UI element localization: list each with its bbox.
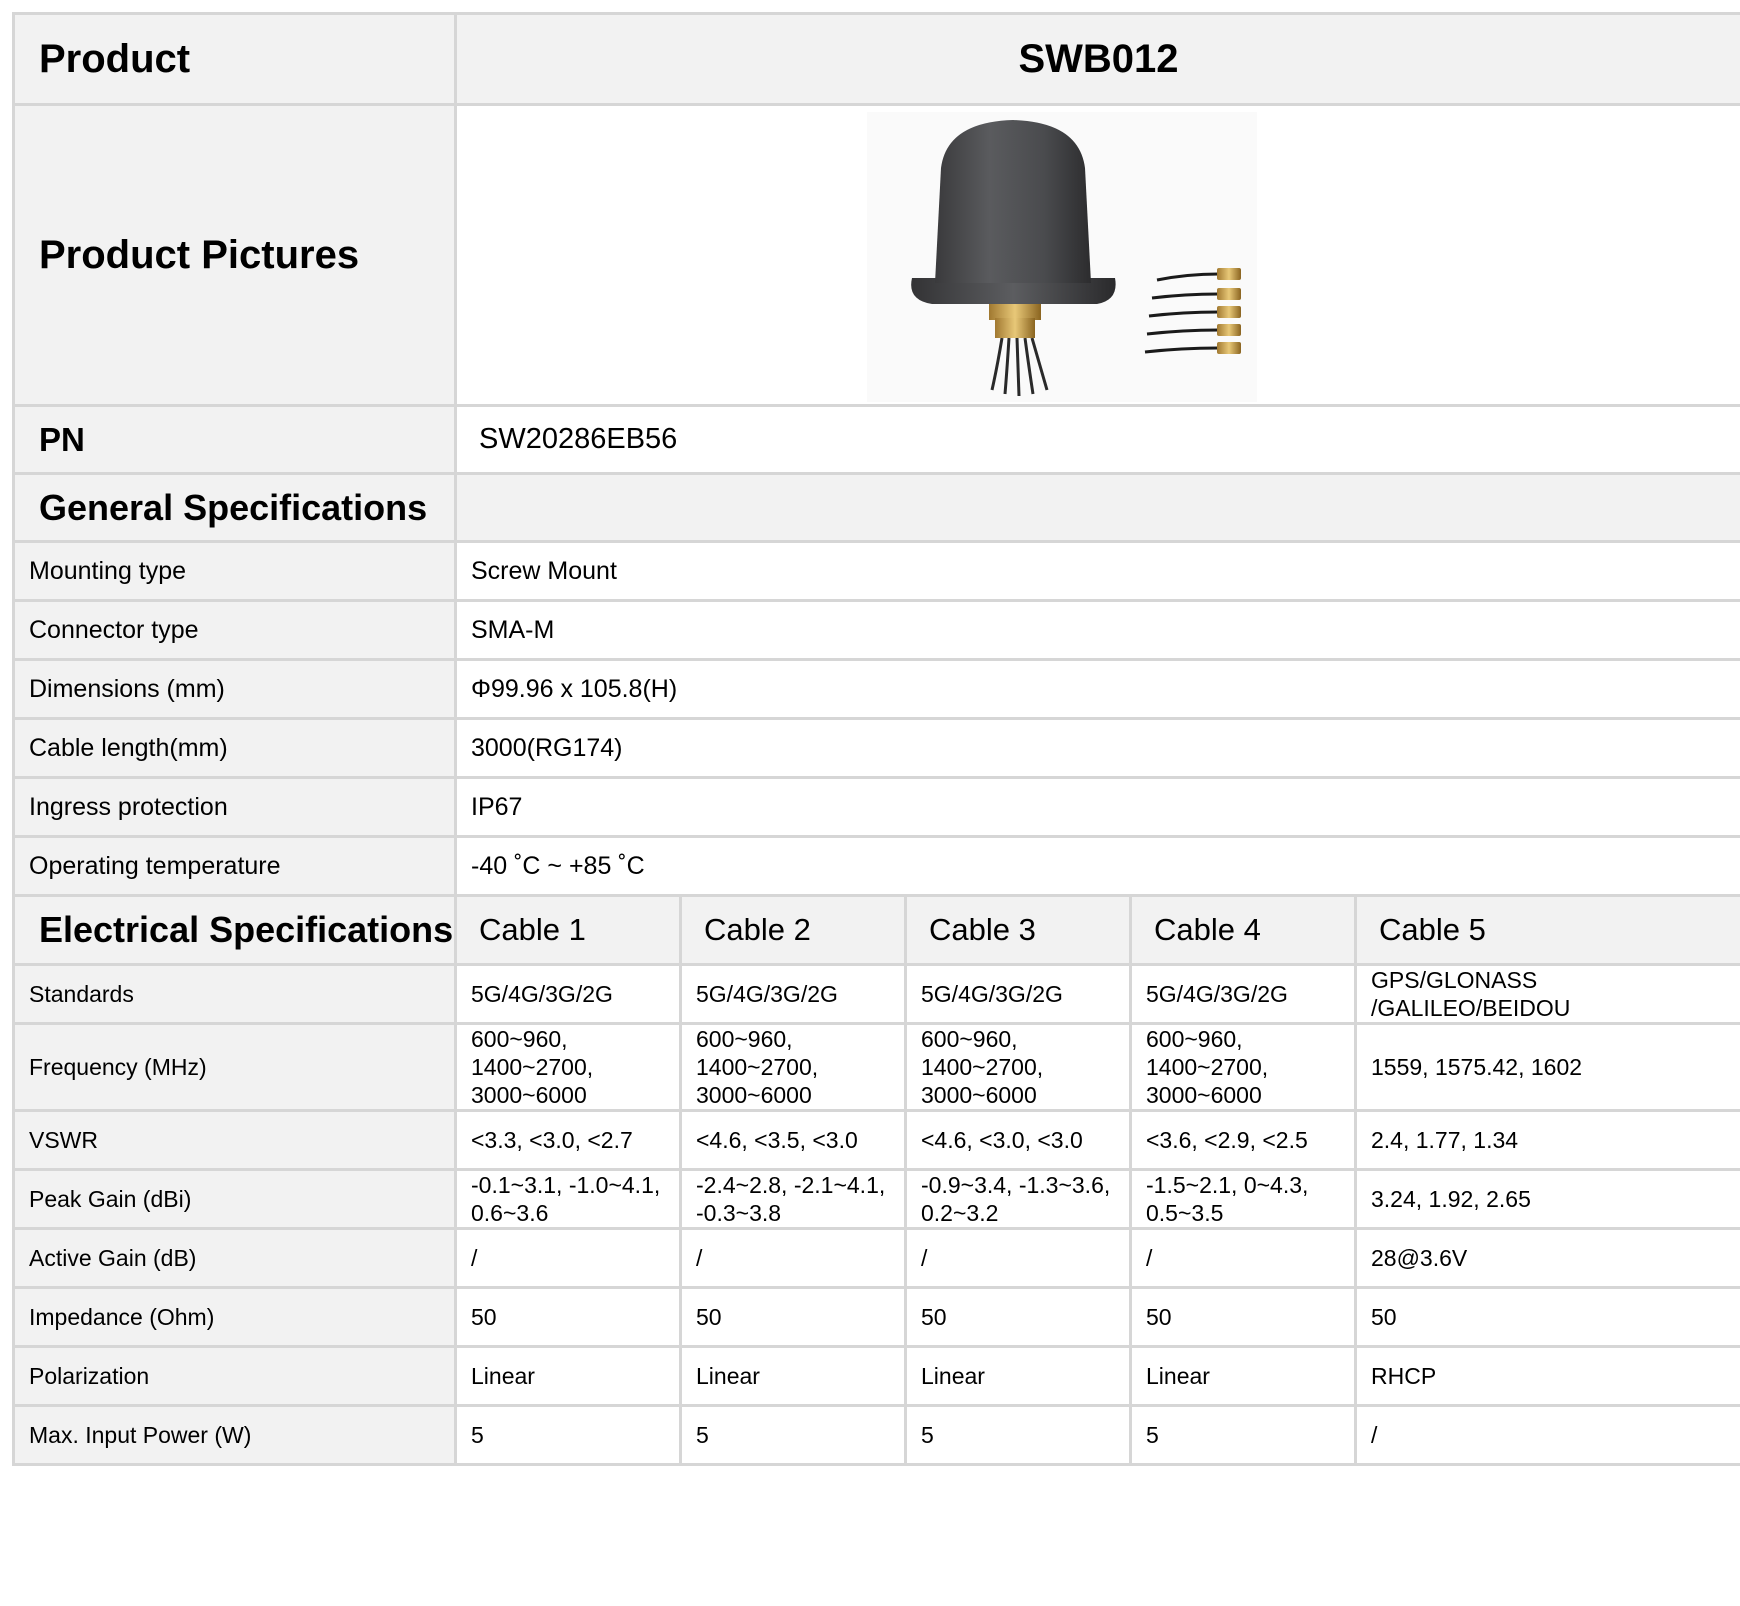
electrical-cell: 50 — [679, 1286, 907, 1348]
general-row: Operating temperature -40 ˚C ~ +85 ˚C — [12, 835, 1740, 897]
electrical-cell: / — [1353, 1404, 1740, 1466]
general-row-label: Cable length(mm) — [12, 717, 457, 779]
electrical-cell: 5G/4G/3G/2G — [904, 963, 1132, 1025]
electrical-cell: -0.9~3.4, -1.3~3.6, 0.2~3.2 — [904, 1168, 1132, 1230]
electrical-row: Standards 5G/4G/3G/2G 5G/4G/3G/2G 5G/4G/… — [12, 963, 1740, 1025]
electrical-cell: 2.4, 1.77, 1.34 — [1353, 1109, 1740, 1171]
electrical-row-label: Active Gain (dB) — [12, 1227, 457, 1289]
electrical-cell: -2.4~2.8, -2.1~4.1, -0.3~3.8 — [679, 1168, 907, 1230]
spec-sheet: Product SWB012 Product Pictures PN SW202… — [12, 12, 1740, 1466]
general-row-value: 3000(RG174) — [453, 717, 1740, 779]
electrical-cell: 5 — [904, 1404, 1132, 1466]
cable-column-header: Cable 3 — [904, 894, 1132, 966]
electrical-title: Electrical Specifications — [12, 894, 457, 966]
general-row: Ingress protection IP67 — [12, 776, 1740, 838]
pictures-label: Product Pictures — [12, 103, 457, 407]
general-row-value: Φ99.96 x 105.8(H) — [453, 658, 1740, 720]
general-row-value: IP67 — [453, 776, 1740, 838]
product-label: Product — [12, 12, 457, 106]
general-row: Mounting type Screw Mount — [12, 540, 1740, 602]
electrical-row-label: Frequency (MHz) — [12, 1022, 457, 1112]
electrical-cell: 5G/4G/3G/2G — [679, 963, 907, 1025]
electrical-cell: 5G/4G/3G/2G — [454, 963, 682, 1025]
electrical-cell: Linear — [679, 1345, 907, 1407]
electrical-cell: Linear — [904, 1345, 1132, 1407]
general-row-value: Screw Mount — [453, 540, 1740, 602]
general-row-label: Dimensions (mm) — [12, 658, 457, 720]
pictures-row: Product Pictures — [12, 103, 1740, 407]
electrical-cell: 28@3.6V — [1353, 1227, 1740, 1289]
general-title: General Specifications — [12, 472, 457, 543]
electrical-cell: / — [454, 1227, 682, 1289]
electrical-cell: / — [679, 1227, 907, 1289]
pn-row: PN SW20286EB56 — [12, 404, 1740, 475]
electrical-cell: / — [1129, 1227, 1357, 1289]
electrical-cell: 600~960, 1400~2700, 3000~6000 — [904, 1022, 1132, 1112]
electrical-row: Impedance (Ohm) 50 50 50 50 50 — [12, 1286, 1740, 1348]
electrical-row: Max. Input Power (W) 5 5 5 5 / — [12, 1404, 1740, 1466]
electrical-cell: <3.3, <3.0, <2.7 — [454, 1109, 682, 1171]
general-row-value: SMA-M — [453, 599, 1740, 661]
electrical-row: Active Gain (dB) / / / / 28@3.6V — [12, 1227, 1740, 1289]
electrical-header-row: Electrical Specifications Cable 1 Cable … — [12, 894, 1740, 966]
general-row-value: -40 ˚C ~ +85 ˚C — [453, 835, 1740, 897]
electrical-cell: GPS/GLONASS /GALILEO/BEIDOU — [1353, 963, 1740, 1025]
electrical-row: VSWR <3.3, <3.0, <2.7 <4.6, <3.5, <3.0 <… — [12, 1109, 1740, 1171]
product-row: Product SWB012 — [12, 12, 1740, 106]
electrical-cell: 5G/4G/3G/2G — [1129, 963, 1357, 1025]
electrical-cell: <3.6, <2.9, <2.5 — [1129, 1109, 1357, 1171]
general-row-label: Ingress protection — [12, 776, 457, 838]
general-header-blank — [453, 472, 1740, 543]
general-header-row: General Specifications — [12, 472, 1740, 543]
product-model: SWB012 — [453, 12, 1740, 106]
cable-column-header: Cable 5 — [1353, 894, 1740, 966]
electrical-row-label: Impedance (Ohm) — [12, 1286, 457, 1348]
electrical-cell: 3.24, 1.92, 2.65 — [1353, 1168, 1740, 1230]
cable-column-header: Cable 2 — [679, 894, 907, 966]
general-row: Dimensions (mm) Φ99.96 x 105.8(H) — [12, 658, 1740, 720]
electrical-cell: 50 — [1353, 1286, 1740, 1348]
general-row-label: Connector type — [12, 599, 457, 661]
electrical-row-label: Max. Input Power (W) — [12, 1404, 457, 1466]
electrical-row: Polarization Linear Linear Linear Linear… — [12, 1345, 1740, 1407]
electrical-row-label: VSWR — [12, 1109, 457, 1171]
electrical-row: Peak Gain (dBi) -0.1~3.1, -1.0~4.1, 0.6~… — [12, 1168, 1740, 1230]
electrical-cell: RHCP — [1353, 1345, 1740, 1407]
electrical-row-label: Polarization — [12, 1345, 457, 1407]
electrical-cell: -0.1~3.1, -1.0~4.1, 0.6~3.6 — [454, 1168, 682, 1230]
electrical-cell: 50 — [1129, 1286, 1357, 1348]
pn-label: PN — [12, 404, 457, 475]
electrical-row: Frequency (MHz) 600~960, 1400~2700, 3000… — [12, 1022, 1740, 1112]
electrical-cell: <4.6, <3.5, <3.0 — [679, 1109, 907, 1171]
electrical-cell: Linear — [1129, 1345, 1357, 1407]
electrical-cell: 5 — [679, 1404, 907, 1466]
cable-column-header: Cable 4 — [1129, 894, 1357, 966]
electrical-row-label: Standards — [12, 963, 457, 1025]
electrical-row-label: Peak Gain (dBi) — [12, 1168, 457, 1230]
electrical-cell: 5 — [454, 1404, 682, 1466]
electrical-cell: -1.5~2.1, 0~4.3, 0.5~3.5 — [1129, 1168, 1357, 1230]
general-row: Cable length(mm) 3000(RG174) — [12, 717, 1740, 779]
electrical-cell: 5 — [1129, 1404, 1357, 1466]
cable-column-header: Cable 1 — [454, 894, 682, 966]
general-row-label: Operating temperature — [12, 835, 457, 897]
product-picture-cell — [453, 103, 1740, 407]
electrical-cell: 50 — [454, 1286, 682, 1348]
electrical-cell: 600~960, 1400~2700, 3000~6000 — [1129, 1022, 1357, 1112]
electrical-cell: / — [904, 1227, 1132, 1289]
electrical-cell: <4.6, <3.0, <3.0 — [904, 1109, 1132, 1171]
electrical-cell: 1559, 1575.42, 1602 — [1353, 1022, 1740, 1112]
spec-table: Product SWB012 Product Pictures PN SW202… — [12, 12, 1740, 1466]
electrical-cell: 600~960, 1400~2700, 3000~6000 — [679, 1022, 907, 1112]
antenna-image — [867, 111, 1257, 402]
electrical-cell: 50 — [904, 1286, 1132, 1348]
electrical-cell: 600~960, 1400~2700, 3000~6000 — [454, 1022, 682, 1112]
electrical-cell: Linear — [454, 1345, 682, 1407]
general-row-label: Mounting type — [12, 540, 457, 602]
general-row: Connector type SMA-M — [12, 599, 1740, 661]
pn-value: SW20286EB56 — [453, 404, 1740, 475]
